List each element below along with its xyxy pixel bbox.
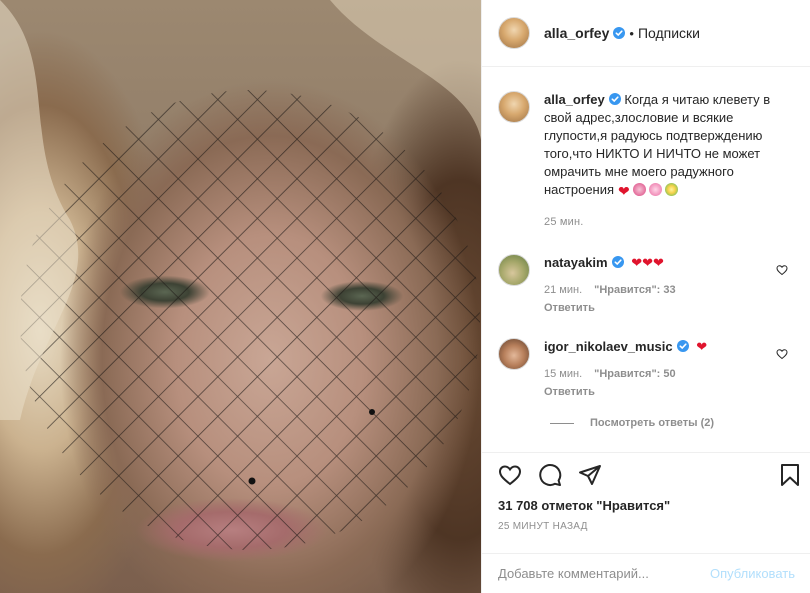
caption-body: Когда я читаю клевету в свой адрес,злосл… <box>544 92 771 197</box>
comment-text: ❤❤❤ <box>631 255 664 270</box>
comment-item: igor_nikolaev_music ❤ 15 мин. "Нравится"… <box>498 338 795 398</box>
caption-username[interactable]: alla_orfey <box>544 92 605 107</box>
caption-time: 25 мин. <box>544 216 584 228</box>
following-button[interactable]: Подписки <box>638 25 700 41</box>
post-photo[interactable] <box>0 0 481 593</box>
comment-item: natayakim ❤❤❤ 21 мин. "Нравится": 33 Отв… <box>498 254 795 314</box>
commenter-username[interactable]: natayakim <box>544 255 608 270</box>
cherry-blossom-emoji <box>648 183 662 196</box>
post-header: alla_orfey • Подписки <box>482 0 810 67</box>
comment-likes[interactable]: "Нравится": 33 <box>594 284 675 296</box>
author-avatar[interactable] <box>498 17 530 49</box>
comment-input[interactable]: Добавьте комментарий... <box>498 566 649 581</box>
author-username[interactable]: alla_orfey <box>544 25 609 41</box>
likes-count[interactable]: 31 708 отметок "Нравится" <box>498 498 670 513</box>
publish-button[interactable]: Опубликовать <box>710 566 795 581</box>
caption-author-avatar[interactable] <box>498 91 530 123</box>
share-icon[interactable] <box>578 463 602 487</box>
comment-meta: 15 мин. "Нравится": 50 <box>544 368 784 380</box>
verified-badge-icon <box>611 256 624 268</box>
caption-emojis: ❤ <box>618 182 630 200</box>
blossom-emoji <box>632 183 646 196</box>
veil-net-overlay <box>0 0 481 550</box>
red-heart-emoji: ❤ <box>618 183 630 199</box>
view-replies-button[interactable]: Посмотреть ответы (2) <box>550 417 714 429</box>
reply-button[interactable]: Ответить <box>544 302 784 314</box>
post-caption: alla_orfey Когда я читаю клевету в свой … <box>498 91 795 228</box>
verified-badge-icon <box>676 340 689 352</box>
comment-like-heart-icon[interactable] <box>776 348 788 360</box>
commenter-avatar[interactable] <box>498 338 530 370</box>
daisy-emoji <box>664 183 678 196</box>
post-sidebar: alla_orfey • Подписки alla_orfey Когда я… <box>481 0 810 593</box>
separator-dot: • <box>629 25 634 41</box>
verified-badge-icon <box>608 93 621 105</box>
replies-divider-line <box>550 422 574 424</box>
commenter-username[interactable]: igor_nikolaev_music <box>544 339 673 354</box>
posted-time: 25 МИНУТ НАЗАД <box>498 521 588 532</box>
view-replies-label: Посмотреть ответы (2) <box>590 417 715 429</box>
comment-meta: 21 мин. "Нравится": 33 <box>544 284 784 296</box>
heart-icon[interactable] <box>498 463 522 487</box>
comment-text: ❤ <box>696 339 708 354</box>
comment-likes[interactable]: "Нравится": 50 <box>594 368 675 380</box>
add-comment-bar: Добавьте комментарий... Опубликовать <box>482 553 810 593</box>
comment-time: 15 мин. <box>544 368 583 380</box>
verified-badge-icon <box>613 27 626 39</box>
reply-button[interactable]: Ответить <box>544 386 784 398</box>
comment-time: 21 мин. <box>544 284 583 296</box>
bookmark-icon[interactable] <box>778 463 802 487</box>
comment-like-heart-icon[interactable] <box>776 264 788 276</box>
comment-icon[interactable] <box>538 463 562 487</box>
caption-text: alla_orfey Когда я читаю клевету в свой … <box>544 91 799 200</box>
commenter-avatar[interactable] <box>498 254 530 286</box>
